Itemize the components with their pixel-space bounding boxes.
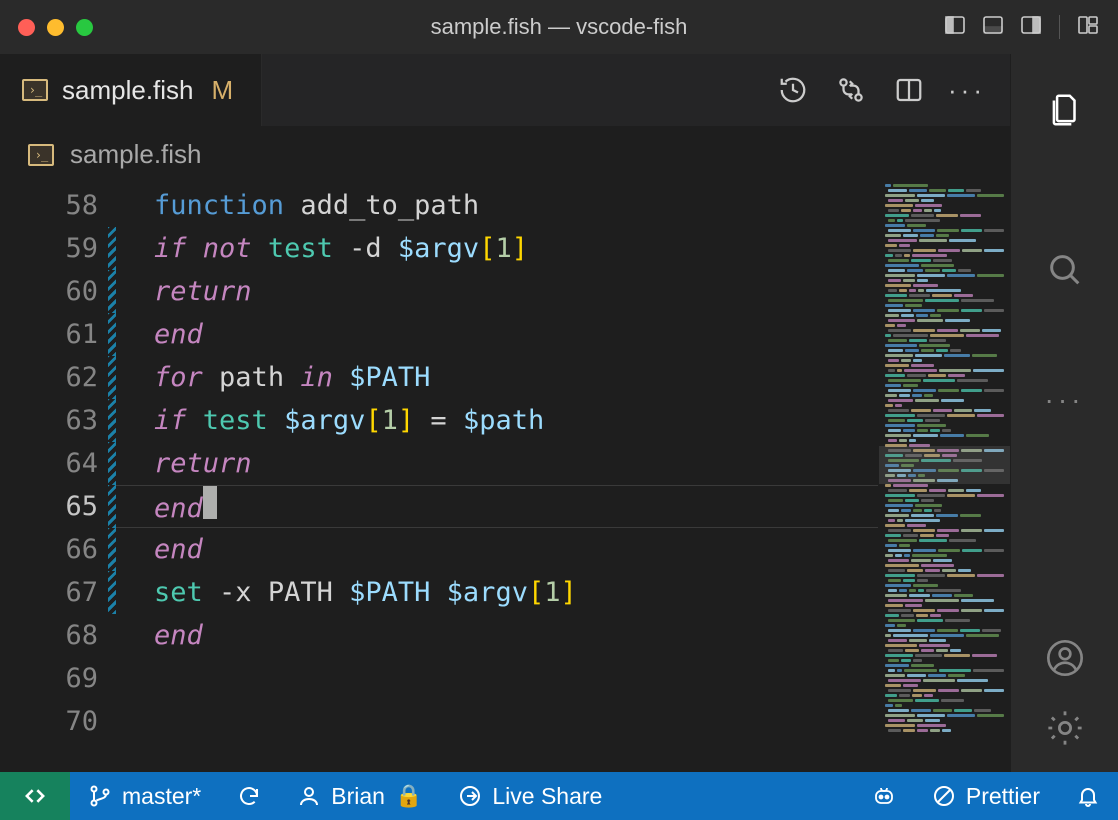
editor-tab[interactable]: sample.fish M — [0, 54, 262, 126]
modification-marker — [108, 313, 116, 356]
sync-changes-button[interactable] — [219, 772, 279, 820]
tab-modified-indicator: M — [212, 75, 234, 106]
code-line[interactable]: set -x PATH $PATH $argv[1] — [154, 571, 878, 614]
account-status[interactable]: Brian 🔒 — [279, 772, 440, 820]
fish-file-icon — [28, 144, 54, 166]
git-branch-label: master* — [122, 783, 201, 810]
git-branch-status[interactable]: master* — [70, 772, 219, 820]
line-number: 58 — [0, 184, 98, 227]
modification-marker — [108, 399, 116, 442]
line-number: 62 — [0, 356, 98, 399]
breadcrumb-bar[interactable]: sample.fish — [0, 126, 1010, 184]
timeline-icon[interactable] — [778, 75, 808, 105]
line-number: 64 — [0, 442, 98, 485]
activity-bar: ··· — [1010, 54, 1118, 772]
account-user-label: Brian — [331, 783, 385, 810]
editor-tab-row: sample.fish M ··· — [0, 54, 1010, 126]
code-line[interactable]: end — [154, 485, 878, 528]
code-line[interactable]: if not test -d $argv[1] — [154, 227, 878, 270]
line-number: 70 — [0, 700, 98, 743]
modification-marker — [108, 700, 116, 743]
live-share-label: Live Share — [492, 783, 602, 810]
modification-marker — [108, 227, 116, 270]
code-line[interactable]: end — [154, 528, 878, 571]
line-number: 66 — [0, 528, 98, 571]
code-line[interactable]: return — [154, 442, 878, 485]
notifications-button[interactable] — [1058, 772, 1118, 820]
titlebar: sample.fish — vscode-fish — [0, 0, 1118, 54]
modification-marker — [108, 270, 116, 313]
traffic-lights — [18, 19, 93, 36]
code-line[interactable]: return — [154, 270, 878, 313]
titlebar-separator — [1059, 15, 1060, 39]
toggle-primary-sidebar-icon[interactable] — [943, 13, 967, 42]
line-number: 63 — [0, 399, 98, 442]
main-area: sample.fish M ··· sample.fish — [0, 54, 1118, 772]
code-editor[interactable]: 58596061626364656667686970 function add_… — [0, 184, 1010, 772]
code-line[interactable]: if test $argv[1] = $path — [154, 399, 878, 442]
line-number: 65 — [0, 485, 98, 528]
code-line[interactable]: end — [154, 313, 878, 356]
settings-gear-icon[interactable] — [1039, 702, 1091, 754]
code-content[interactable]: function add_to_pathif not test -d $argv… — [116, 184, 878, 772]
remote-indicator[interactable] — [0, 772, 70, 820]
modification-marker — [108, 485, 116, 528]
formatter-label: Prettier — [966, 783, 1040, 810]
minimap[interactable] — [878, 184, 1010, 772]
live-share-button[interactable]: Live Share — [440, 772, 620, 820]
tab-filename: sample.fish — [62, 75, 194, 106]
line-number-gutter: 58596061626364656667686970 — [0, 184, 108, 772]
modification-marker — [108, 657, 116, 700]
close-window-button[interactable] — [18, 19, 35, 36]
more-actions-icon[interactable]: ··· — [952, 75, 982, 105]
code-line[interactable]: for path in $PATH — [154, 356, 878, 399]
accounts-icon[interactable] — [1039, 632, 1091, 684]
fish-file-icon — [22, 79, 48, 101]
breadcrumb-filename: sample.fish — [70, 139, 202, 170]
titlebar-layout-controls — [943, 13, 1100, 42]
modification-marker — [108, 356, 116, 399]
minimize-window-button[interactable] — [47, 19, 64, 36]
explorer-view-icon[interactable] — [1039, 84, 1091, 136]
minimap-viewport[interactable] — [879, 446, 1010, 484]
toggle-secondary-sidebar-icon[interactable] — [1019, 13, 1043, 42]
line-number: 67 — [0, 571, 98, 614]
split-editor-icon[interactable] — [894, 75, 924, 105]
lock-icon: 🔒 — [395, 783, 422, 809]
line-number: 59 — [0, 227, 98, 270]
modification-marker — [108, 442, 116, 485]
text-cursor — [203, 485, 217, 519]
editor-tab-actions: ··· — [778, 54, 1010, 126]
code-line[interactable] — [154, 657, 878, 700]
modification-marker — [108, 614, 116, 657]
window-title: sample.fish — vscode-fish — [431, 14, 688, 40]
formatter-status[interactable]: Prettier — [914, 772, 1058, 820]
modification-marker — [108, 184, 116, 227]
modification-marker — [108, 571, 116, 614]
toggle-panel-icon[interactable] — [981, 13, 1005, 42]
activity-overflow-icon[interactable]: ··· — [1045, 384, 1085, 416]
modification-indicator-bar — [108, 184, 116, 772]
line-number: 69 — [0, 657, 98, 700]
line-number: 68 — [0, 614, 98, 657]
search-view-icon[interactable] — [1039, 244, 1091, 296]
copilot-status[interactable] — [854, 772, 914, 820]
status-bar: master* Brian 🔒 Live Share Prettier — [0, 772, 1118, 820]
code-line[interactable] — [154, 700, 878, 743]
code-line[interactable]: function add_to_path — [154, 184, 878, 227]
editor-column: sample.fish M ··· sample.fish — [0, 54, 1010, 772]
line-number: 61 — [0, 313, 98, 356]
customize-layout-icon[interactable] — [1076, 13, 1100, 42]
code-line[interactable]: end — [154, 614, 878, 657]
line-number: 60 — [0, 270, 98, 313]
zoom-window-button[interactable] — [76, 19, 93, 36]
compare-changes-icon[interactable] — [836, 75, 866, 105]
modification-marker — [108, 528, 116, 571]
